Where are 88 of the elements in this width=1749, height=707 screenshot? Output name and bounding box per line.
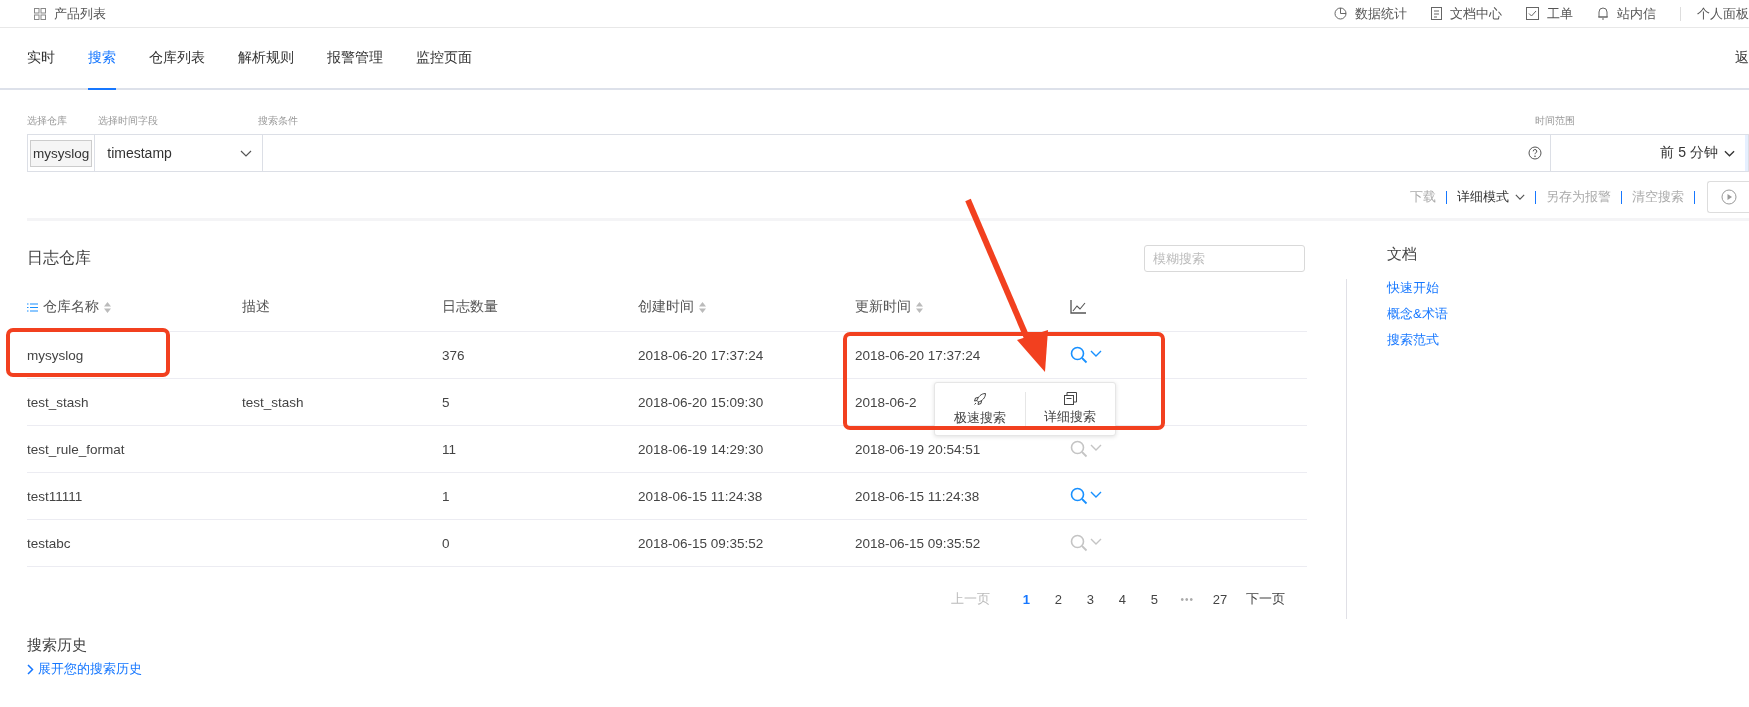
- chevron-down-icon: [1515, 194, 1525, 200]
- column-header: 描述: [242, 298, 270, 316]
- mode-dropdown[interactable]: 详细模式: [1447, 188, 1535, 206]
- field-label: 时间范围: [1535, 114, 1576, 128]
- column-header: 更新时间: [855, 298, 911, 316]
- page-number[interactable]: 4: [1106, 591, 1139, 607]
- top-nav-link[interactable]: 文档中心: [1450, 4, 1502, 23]
- table-cell: 2018-06-15 11:24:38: [638, 488, 763, 504]
- expand-history-link[interactable]: 展开您的搜索历史: [38, 660, 142, 678]
- field-label: 选择仓库: [27, 114, 68, 128]
- table-cell: 11: [442, 441, 456, 457]
- chevron-down-icon: [1724, 149, 1735, 157]
- table-cell: 2018-06-20 15:09:30: [638, 394, 764, 410]
- next-page-link[interactable]: 下一页: [1236, 590, 1295, 608]
- chevron-right-icon: [27, 663, 34, 675]
- sort-icon[interactable]: [104, 301, 111, 313]
- search-dropdown[interactable]: [1070, 440, 1104, 458]
- copy-icon: [1063, 392, 1077, 405]
- page-number[interactable]: 5: [1138, 591, 1171, 607]
- table-cell: 376: [442, 347, 465, 363]
- chevron-down-icon: [240, 149, 253, 157]
- checkbox-icon: [1526, 7, 1539, 20]
- top-nav-link[interactable]: 工单: [1547, 4, 1573, 23]
- table-cell: test11111: [27, 488, 83, 504]
- search-dropdown[interactable]: [1070, 534, 1104, 552]
- menu-item[interactable]: 极速搜索: [935, 391, 1025, 427]
- table-cell: 5: [442, 394, 450, 410]
- play-icon: [1720, 189, 1737, 205]
- table-cell: 1: [442, 488, 450, 504]
- document-icon: [1431, 7, 1442, 20]
- list-icon: [27, 302, 38, 312]
- tab[interactable]: 搜索: [88, 28, 116, 90]
- page-number[interactable]: 1: [1010, 591, 1043, 607]
- table-cell: 2018-06-2: [855, 394, 917, 410]
- table-cell: test_stash: [27, 394, 89, 410]
- back-link[interactable]: 返: [1735, 49, 1749, 67]
- section-title: 日志仓库: [27, 247, 91, 268]
- table-cell: 2018-06-20 17:37:24: [638, 347, 764, 363]
- repo-tag[interactable]: mysyslog: [30, 139, 93, 167]
- docs-link[interactable]: 快速开始: [1387, 279, 1448, 297]
- tab[interactable]: 实时: [27, 28, 55, 90]
- chart-icon: [1334, 7, 1347, 20]
- page-number[interactable]: 2: [1042, 591, 1075, 607]
- table-cell: mysyslog: [27, 347, 84, 363]
- tab[interactable]: 解析规则: [238, 28, 294, 90]
- sort-icon[interactable]: [916, 301, 923, 313]
- help-icon: [1528, 146, 1542, 160]
- top-nav-link[interactable]: 数据统计: [1355, 4, 1407, 23]
- play-button[interactable]: [1707, 181, 1749, 213]
- table-cell: 2018-06-19 20:54:51: [855, 441, 981, 457]
- section-title: 搜索历史: [27, 636, 88, 655]
- top-nav-link[interactable]: 站内信: [1617, 4, 1656, 23]
- chart-icon: [1070, 300, 1086, 314]
- page-number[interactable]: 27: [1204, 591, 1236, 607]
- column-header: 仓库名称: [43, 298, 99, 316]
- time-field-select[interactable]: timestamp: [95, 135, 264, 171]
- field-label: 搜索条件: [258, 114, 299, 128]
- time-range-select[interactable]: 前 5 分钟: [1551, 135, 1748, 171]
- docs-link[interactable]: 搜索范式: [1387, 331, 1448, 349]
- search-dropdown[interactable]: [1070, 346, 1104, 364]
- ellipsis: •••: [1179, 593, 1195, 605]
- rocket-icon: [972, 391, 987, 406]
- table-cell: 0: [442, 535, 450, 551]
- tab[interactable]: 报警管理: [327, 28, 383, 90]
- page-number[interactable]: 3: [1074, 591, 1107, 607]
- column-header: 创建时间: [638, 298, 694, 316]
- tab[interactable]: 监控页面: [416, 28, 472, 90]
- docs-link[interactable]: 概念&术语: [1387, 305, 1448, 323]
- table-cell: 2018-06-20 17:37:24: [855, 347, 981, 363]
- bell-icon: [1597, 7, 1609, 20]
- sort-icon[interactable]: [699, 301, 706, 313]
- docs-title: 文档: [1387, 245, 1417, 264]
- table-cell: 2018-06-15 09:35:52: [855, 535, 981, 551]
- column-header: 日志数量: [442, 298, 498, 316]
- tab[interactable]: 仓库列表: [149, 28, 205, 90]
- table-cell: 2018-06-19 14:29:30: [638, 441, 764, 457]
- field-label: 选择时间字段: [98, 114, 159, 128]
- search-field[interactable]: 模糊搜索: [1144, 244, 1305, 272]
- table-cell: 2018-06-15 09:35:52: [638, 535, 764, 551]
- menu-item[interactable]: 详细搜索: [1024, 392, 1115, 426]
- top-nav-link[interactable]: 个人面板: [1697, 4, 1749, 23]
- table-cell: 2018-06-15 11:24:38: [855, 488, 980, 504]
- table-cell: testabc: [27, 535, 71, 551]
- table-cell: test_stash: [242, 394, 304, 410]
- product-list-link[interactable]: 产品列表: [54, 4, 106, 23]
- table-cell: test_rule_format: [27, 441, 125, 457]
- grid-icon: [34, 7, 46, 20]
- search-dropdown[interactable]: [1070, 487, 1104, 505]
